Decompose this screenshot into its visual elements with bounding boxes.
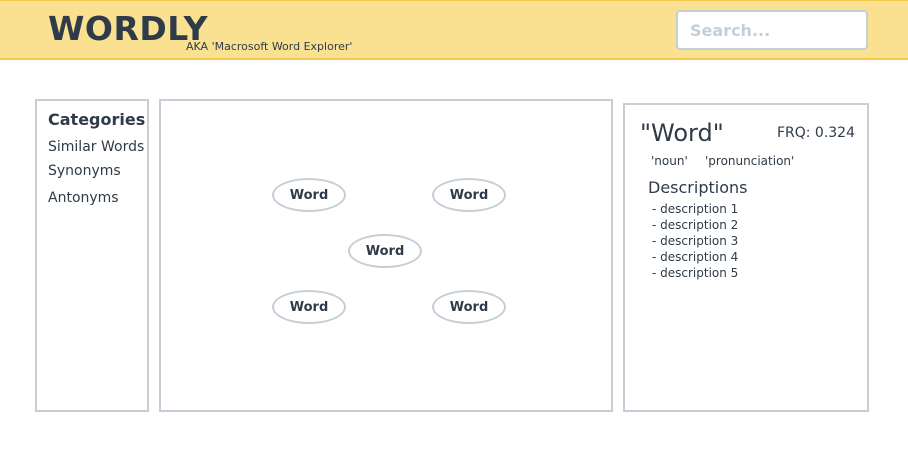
- category-synonyms[interactable]: Synonyms: [48, 163, 121, 179]
- word-node-center[interactable]: Word: [348, 234, 422, 268]
- description-item: - description 5: [652, 266, 739, 280]
- categories-title: Categories: [48, 110, 146, 129]
- description-item: - description 1: [652, 202, 739, 216]
- description-item: - description 4: [652, 250, 739, 264]
- detail-word-title: "Word": [640, 119, 724, 147]
- descriptions-heading: Descriptions: [648, 178, 748, 197]
- search-input[interactable]: [676, 10, 868, 50]
- word-graph-panel: Word Word Word Word Word: [159, 99, 613, 412]
- category-similar-words[interactable]: Similar Words: [48, 139, 144, 155]
- word-node-bottom-left[interactable]: Word: [272, 290, 346, 324]
- descriptions-list: - description 1 - description 2 - descri…: [652, 201, 738, 281]
- description-item: - description 2: [652, 218, 739, 232]
- detail-part-of-speech: 'noun': [651, 154, 688, 168]
- word-node-top-left[interactable]: Word: [272, 178, 346, 212]
- word-node-bottom-right[interactable]: Word: [432, 290, 506, 324]
- word-detail-panel: "Word" FRQ: 0.324 'noun' 'pronunciation'…: [623, 103, 869, 412]
- app-tagline: AKA 'Macrosoft Word Explorer': [186, 40, 353, 53]
- app-logo: WORDLY: [48, 9, 209, 48]
- word-node-top-right[interactable]: Word: [432, 178, 506, 212]
- detail-frequency: FRQ: 0.324: [776, 125, 855, 141]
- description-item: - description 3: [652, 234, 739, 248]
- app-header: WORDLY AKA 'Macrosoft Word Explorer': [0, 0, 908, 60]
- detail-pronunciation: 'pronunciation': [705, 154, 795, 168]
- categories-panel: Categories Similar Words Synonyms Antony…: [35, 99, 149, 412]
- category-antonyms[interactable]: Antonyms: [48, 190, 119, 206]
